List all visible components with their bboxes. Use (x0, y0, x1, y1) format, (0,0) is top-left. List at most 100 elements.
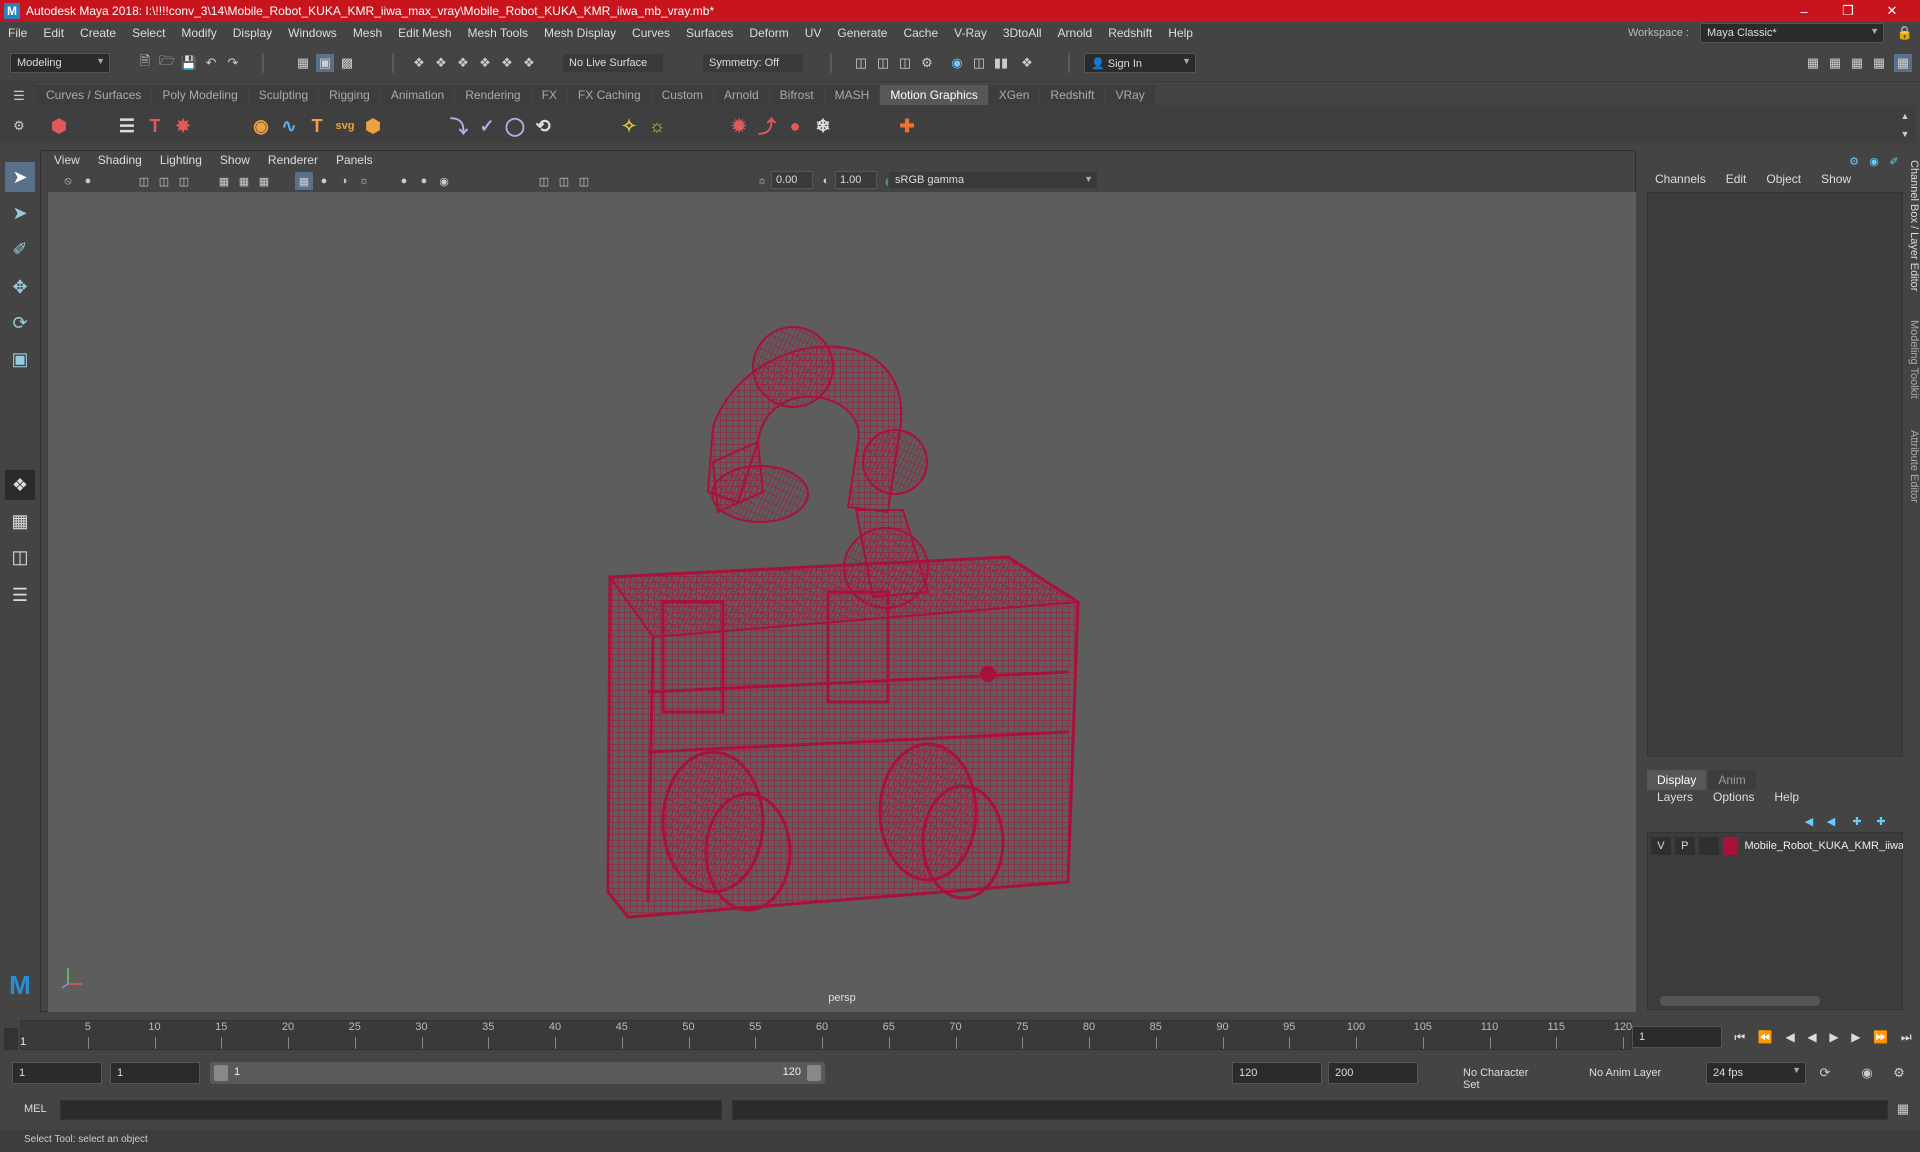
ipr-render-icon[interactable]: ◫ (896, 54, 914, 72)
bookmark-icon[interactable]: ● (79, 172, 97, 190)
end-time-field[interactable]: 200 (1328, 1062, 1418, 1084)
layer-menu-options[interactable]: Options (1703, 790, 1764, 804)
snap-curve-icon[interactable]: ❖ (432, 54, 450, 72)
playback-end-field[interactable]: 120 (1232, 1062, 1322, 1084)
auto-key-icon[interactable]: ◉ (1858, 1064, 1876, 1082)
maximize-button[interactable]: ❐ (1828, 0, 1868, 22)
blob-icon[interactable]: ● (782, 113, 808, 139)
symmetry-dropdown[interactable]: Symmetry: Off (702, 53, 804, 73)
command-input[interactable] (60, 1100, 722, 1120)
spin-icon[interactable]: ⟲ (530, 113, 556, 139)
sphere-icon[interactable]: ◉ (248, 113, 274, 139)
hypershade-icon[interactable]: ◉ (948, 54, 966, 72)
save-scene-icon[interactable]: 💾 (180, 54, 198, 72)
menu-file[interactable]: File (0, 26, 35, 40)
menu-3dtoall[interactable]: 3DtoAll (995, 26, 1050, 40)
tab-anim[interactable]: Anim (1708, 770, 1756, 790)
film-gate-icon[interactable]: ◫ (135, 172, 153, 190)
shelf-scroll-up-icon[interactable]: ▲ (1896, 107, 1914, 125)
menu-deform[interactable]: Deform (741, 26, 796, 40)
menu-vray[interactable]: V-Ray (946, 26, 995, 40)
gear-burst-icon[interactable]: ✹ (726, 113, 752, 139)
deformer-icon[interactable]: ⤵ (446, 113, 472, 139)
shelf-tab-motion-graphics[interactable]: Motion Graphics (880, 85, 988, 105)
viewport-menu-show[interactable]: Show (211, 153, 259, 171)
menu-mesh-display[interactable]: Mesh Display (536, 26, 624, 40)
close-button[interactable]: ✕ (1872, 0, 1912, 22)
layer-menu-help[interactable]: Help (1764, 790, 1809, 804)
select-hierarchy-icon[interactable]: ▦ (294, 54, 312, 72)
paint-select-icon[interactable]: ✐ (5, 234, 35, 264)
go-to-end-icon[interactable]: ⏭ (1901, 1030, 1912, 1045)
mel-label[interactable]: MEL (24, 1103, 47, 1115)
select-tool-icon[interactable]: ➤ (5, 162, 35, 192)
menu-mesh[interactable]: Mesh (345, 26, 390, 40)
move-layer-up-icon[interactable]: ◀ (1800, 812, 1818, 830)
time-slider-handle[interactable] (4, 1028, 18, 1050)
menu-redshift[interactable]: Redshift (1100, 26, 1160, 40)
isolate-select-icon[interactable]: ◫ (535, 172, 553, 190)
snap-grid-icon[interactable]: ❖ (410, 54, 428, 72)
snap-point-icon[interactable]: ❖ (454, 54, 472, 72)
viewport-menu-renderer[interactable]: Renderer (259, 153, 327, 171)
snap-view-icon[interactable]: ❖ (476, 54, 494, 72)
curve-icon[interactable]: ∿ (276, 113, 302, 139)
channel-box-toggle-icon[interactable]: ▦ (1894, 54, 1912, 72)
color-space-dropdown[interactable]: sRGB gamma ▼ (888, 171, 1098, 189)
side-tab-channel-box[interactable]: Channel Box / Layer Editor (1900, 160, 1920, 291)
four-view-icon[interactable]: ▦ (5, 506, 35, 536)
layer-visibility-toggle[interactable]: V (1651, 837, 1671, 855)
shelf-settings-icon[interactable]: ⚙ (10, 117, 28, 135)
render-frame-icon[interactable]: ◫ (852, 54, 870, 72)
preferences-icon[interactable]: ⚙ (1890, 1064, 1908, 1082)
side-tab-attribute-editor[interactable]: Attribute Editor (1900, 430, 1920, 503)
textured-icon[interactable]: ◑ (335, 172, 353, 190)
snowflake-icon[interactable]: ❄ (810, 113, 836, 139)
lock-icon[interactable]: 🔒 (1896, 24, 1914, 42)
exposure-field[interactable]: 0.00 (771, 171, 813, 189)
layer-scrollbar[interactable] (1660, 996, 1820, 1006)
live-surface-field[interactable]: No Live Surface (562, 53, 664, 73)
mash-network-icon[interactable]: ⬢ (46, 113, 72, 139)
menu-windows[interactable]: Windows (280, 26, 345, 40)
play-forward-icon[interactable]: ▶ (1829, 1030, 1838, 1044)
menu-cache[interactable]: Cache (895, 26, 946, 40)
ambient-occlusion-icon[interactable]: ● (415, 172, 433, 190)
shelf-tab-redshift[interactable]: Redshift (1040, 85, 1105, 105)
menu-help[interactable]: Help (1160, 26, 1201, 40)
shelf-tab-poly-modeling[interactable]: Poly Modeling (152, 85, 248, 105)
shelf-tab-rendering[interactable]: Rendering (455, 85, 531, 105)
mode-dropdown[interactable]: Modeling ▼ (10, 53, 110, 73)
text-icon[interactable]: T (304, 113, 330, 139)
shelf-menu-icon[interactable]: ☰ (10, 87, 28, 105)
resolution-gate-icon[interactable]: ◫ (175, 172, 193, 190)
attribute-icon[interactable]: ◉ (1865, 152, 1883, 170)
layer-color-swatch[interactable] (1722, 837, 1739, 855)
shadows-icon[interactable]: ● (395, 172, 413, 190)
lasso-tool-icon[interactable]: ➤ (5, 198, 35, 228)
current-frame-field[interactable]: 1 (1632, 1026, 1722, 1048)
time-ruler[interactable]: 5 10 15 20 25 30 35 40 45 50 55 60 65 70 75 80 85 90 95 100… (20, 1020, 1632, 1050)
fps-dropdown[interactable]: 24 fps ▼ (1706, 1062, 1806, 1084)
menu-mesh-tools[interactable]: Mesh Tools (460, 26, 536, 40)
viewport-menu-panels[interactable]: Panels (327, 153, 382, 171)
grid-points-icon[interactable]: ✧ (616, 113, 642, 139)
wireframe-icon[interactable]: ▦ (295, 172, 313, 190)
layer-type-toggle[interactable] (1698, 837, 1719, 855)
menu-edit-mesh[interactable]: Edit Mesh (390, 26, 459, 40)
single-view-icon[interactable]: ❖ (5, 470, 35, 500)
viewport-menu-lighting[interactable]: Lighting (151, 153, 211, 171)
light-icon[interactable]: ☼ (644, 113, 670, 139)
motion-blur-icon[interactable]: ◉ (435, 172, 453, 190)
svg-icon[interactable]: svg (332, 113, 358, 139)
grid-layout-icon[interactable]: ▦ (1848, 54, 1866, 72)
robot-wireframe[interactable] (48, 192, 1636, 1012)
menu-create[interactable]: Create (72, 26, 124, 40)
menu-uv[interactable]: UV (797, 26, 830, 40)
select-component-icon[interactable]: ▩ (338, 54, 356, 72)
minimize-button[interactable]: – (1784, 0, 1824, 22)
channel-menu-show[interactable]: Show (1811, 172, 1861, 186)
channel-box-body[interactable] (1647, 192, 1903, 757)
scale-tool-icon[interactable]: ▣ (5, 344, 35, 374)
render-view-icon[interactable]: ◫ (970, 54, 988, 72)
